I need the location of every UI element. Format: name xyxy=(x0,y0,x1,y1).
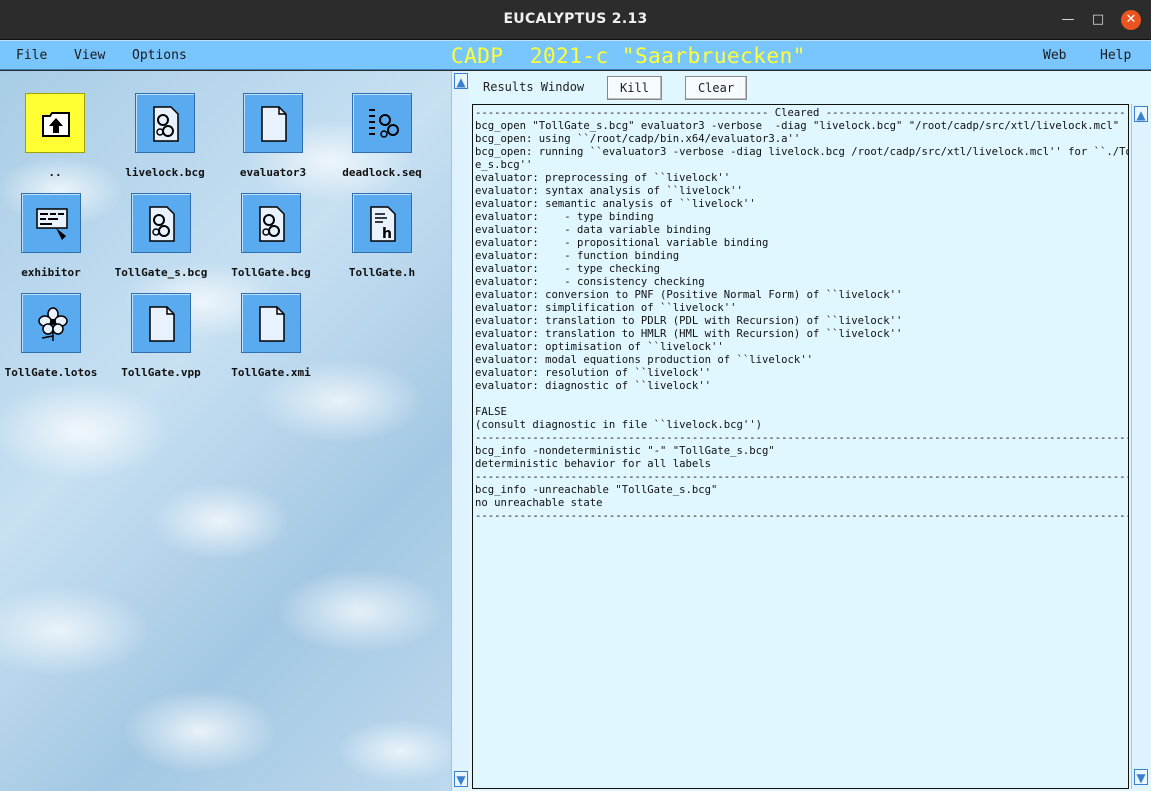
file-label: evaluator3 xyxy=(239,166,307,179)
file-label: .. xyxy=(48,166,62,179)
blank-file-icon[interactable] xyxy=(243,93,303,153)
scroll-down-arrow-icon[interactable]: ▼ xyxy=(454,771,468,787)
scroll-up-arrow-icon[interactable]: ▲ xyxy=(454,73,468,89)
file-label: livelock.bcg xyxy=(125,166,205,179)
lotos-flower-file-icon[interactable] xyxy=(21,293,81,353)
window-title: EUCALYPTUS 2.13 xyxy=(503,11,648,27)
svg-text:h: h xyxy=(382,226,392,242)
results-scrollbar[interactable]: ▲ ▼ xyxy=(1131,104,1149,789)
file-panel-scrollbar[interactable]: ▲ ▼ xyxy=(451,71,469,791)
clear-button[interactable]: Clear xyxy=(685,76,747,100)
app-title: CADP 2021-c "Saarbruecken" xyxy=(451,44,806,68)
menu-bar: File View Options CADP 2021-c "Saarbruec… xyxy=(0,40,1151,70)
results-window: Results Window Kill Clear --------------… xyxy=(469,71,1151,791)
file-label: TollGate_s.bcg xyxy=(114,266,208,279)
maximize-icon[interactable]: □ xyxy=(1088,10,1108,30)
bcg-gears-file-icon[interactable] xyxy=(135,93,195,153)
header-h-file-icon[interactable]: h xyxy=(352,193,412,253)
kill-button[interactable]: Kill xyxy=(607,76,662,100)
file-label: TollGate.xmi xyxy=(231,366,311,379)
menu-web[interactable]: Web xyxy=(1043,48,1066,63)
file-label: deadlock.seq xyxy=(342,166,422,179)
bcg-gears-file-icon[interactable] xyxy=(241,193,301,253)
results-log-textarea[interactable]: ----------------------------------------… xyxy=(472,104,1129,789)
menu-help[interactable]: Help xyxy=(1100,48,1131,63)
results-log-text: ----------------------------------------… xyxy=(475,107,1129,522)
file-browser-panel: .. livelock.bcg evaluator3 deadlock.seq … xyxy=(0,71,451,791)
bcg-gears-file-icon[interactable] xyxy=(131,193,191,253)
parent-folder-up-arrow-icon[interactable] xyxy=(25,93,85,153)
menu-options[interactable]: Options xyxy=(132,48,187,63)
exhibitor-tool-icon[interactable] xyxy=(21,193,81,253)
file-label: TollGate.lotos xyxy=(4,366,98,379)
scroll-down-arrow-icon[interactable]: ▼ xyxy=(1134,769,1148,785)
minimize-icon[interactable]: — xyxy=(1058,10,1078,30)
file-label: exhibitor xyxy=(21,266,81,279)
menu-view[interactable]: View xyxy=(74,48,105,63)
close-icon[interactable]: ✕ xyxy=(1121,10,1141,30)
window-titlebar: EUCALYPTUS 2.13 — □ ✕ xyxy=(0,0,1151,40)
file-label: TollGate.bcg xyxy=(231,266,311,279)
file-label: TollGate.vpp xyxy=(121,366,201,379)
blank-file-icon[interactable] xyxy=(131,293,191,353)
menu-file[interactable]: File xyxy=(16,48,47,63)
scroll-up-arrow-icon[interactable]: ▲ xyxy=(1134,106,1148,122)
sequence-gears-file-icon[interactable] xyxy=(352,93,412,153)
results-window-label: Results Window xyxy=(483,80,585,94)
blank-file-icon[interactable] xyxy=(241,293,301,353)
file-label: TollGate.h xyxy=(348,266,416,279)
